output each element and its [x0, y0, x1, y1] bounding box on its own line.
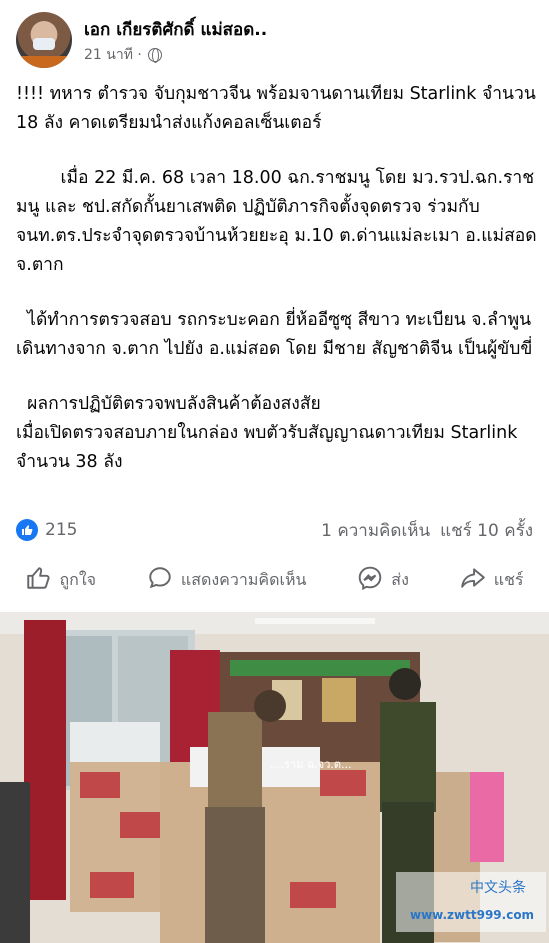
post-photo[interactable]: 中文头条 www.zwtt999.com ....ราม ฉ.จว.ต... [0, 612, 549, 943]
post-header: เอก เกียรติศักดิ์ แม่สอด.. 21 นาที · [0, 0, 549, 72]
send-button[interactable]: ส่ง [357, 565, 409, 595]
share-button-label: แชร์ [493, 569, 524, 589]
like-button-label: ถูกใจ [59, 569, 96, 589]
thumbs-up-icon [25, 565, 51, 595]
author-name[interactable]: เอก เกียรติศักดิ์ แม่สอด.. [84, 16, 267, 43]
office-sign-text: ....ราม ฉ.จว.ต... [270, 758, 352, 771]
send-button-label: ส่ง [391, 569, 409, 589]
action-bar: ถูกใจ แสดงความคิดเห็น ส่ง แชร์ [0, 558, 549, 602]
post-meta: 21 นาที · [84, 44, 162, 66]
watermark-url: www.zwtt999.com [410, 908, 534, 922]
share-button[interactable]: แชร์ [460, 565, 524, 595]
like-badge-icon [16, 519, 38, 541]
author-avatar[interactable] [16, 12, 72, 68]
post-paragraph: ผลการปฏิบัติตรวจพบลังสินค้าต้องสงสัย เมื… [16, 394, 518, 472]
like-count[interactable]: 215 [16, 519, 77, 541]
checkpoint-scene-photo: 中文头条 www.zwtt999.com ....ราม ฉ.จว.ต... [0, 612, 549, 943]
engagement-stats: 215 1 ความคิดเห็น แชร์ 10 ครั้ง [16, 516, 533, 544]
share-count[interactable]: แชร์ 10 ครั้ง [440, 517, 533, 544]
messenger-icon [357, 565, 383, 595]
face-mask-shape [33, 38, 55, 50]
share-arrow-icon [460, 565, 486, 595]
watermark-brand: 中文头条 [470, 879, 526, 896]
post-body: !!!! ทหาร ตำรวจ จับกุมชาวจีน พร้อมจานดาน… [16, 80, 541, 503]
post-paragraph: เมื่อ 22 มี.ค. 68 เวลา 18.00 ฉก.ราชมนู โ… [16, 168, 543, 275]
post-paragraph: ได้ทำการตรวจสอบ รถกระบะคอก ยี่ห้ออีซูซุ … [16, 310, 537, 359]
globe-icon [147, 48, 162, 63]
comment-bubble-icon [147, 565, 173, 595]
post-time[interactable]: 21 นาที · [84, 44, 142, 66]
comment-button[interactable]: แสดงความคิดเห็น [147, 565, 307, 595]
comment-count[interactable]: 1 ความคิดเห็น [321, 517, 430, 544]
uniform-shape [16, 56, 72, 68]
like-button[interactable]: ถูกใจ [25, 565, 96, 595]
like-count-value: 215 [45, 520, 78, 540]
post-paragraph: !!!! ทหาร ตำรวจ จับกุมชาวจีน พร้อมจานดาน… [16, 84, 542, 133]
comment-button-label: แสดงความคิดเห็น [180, 569, 307, 589]
